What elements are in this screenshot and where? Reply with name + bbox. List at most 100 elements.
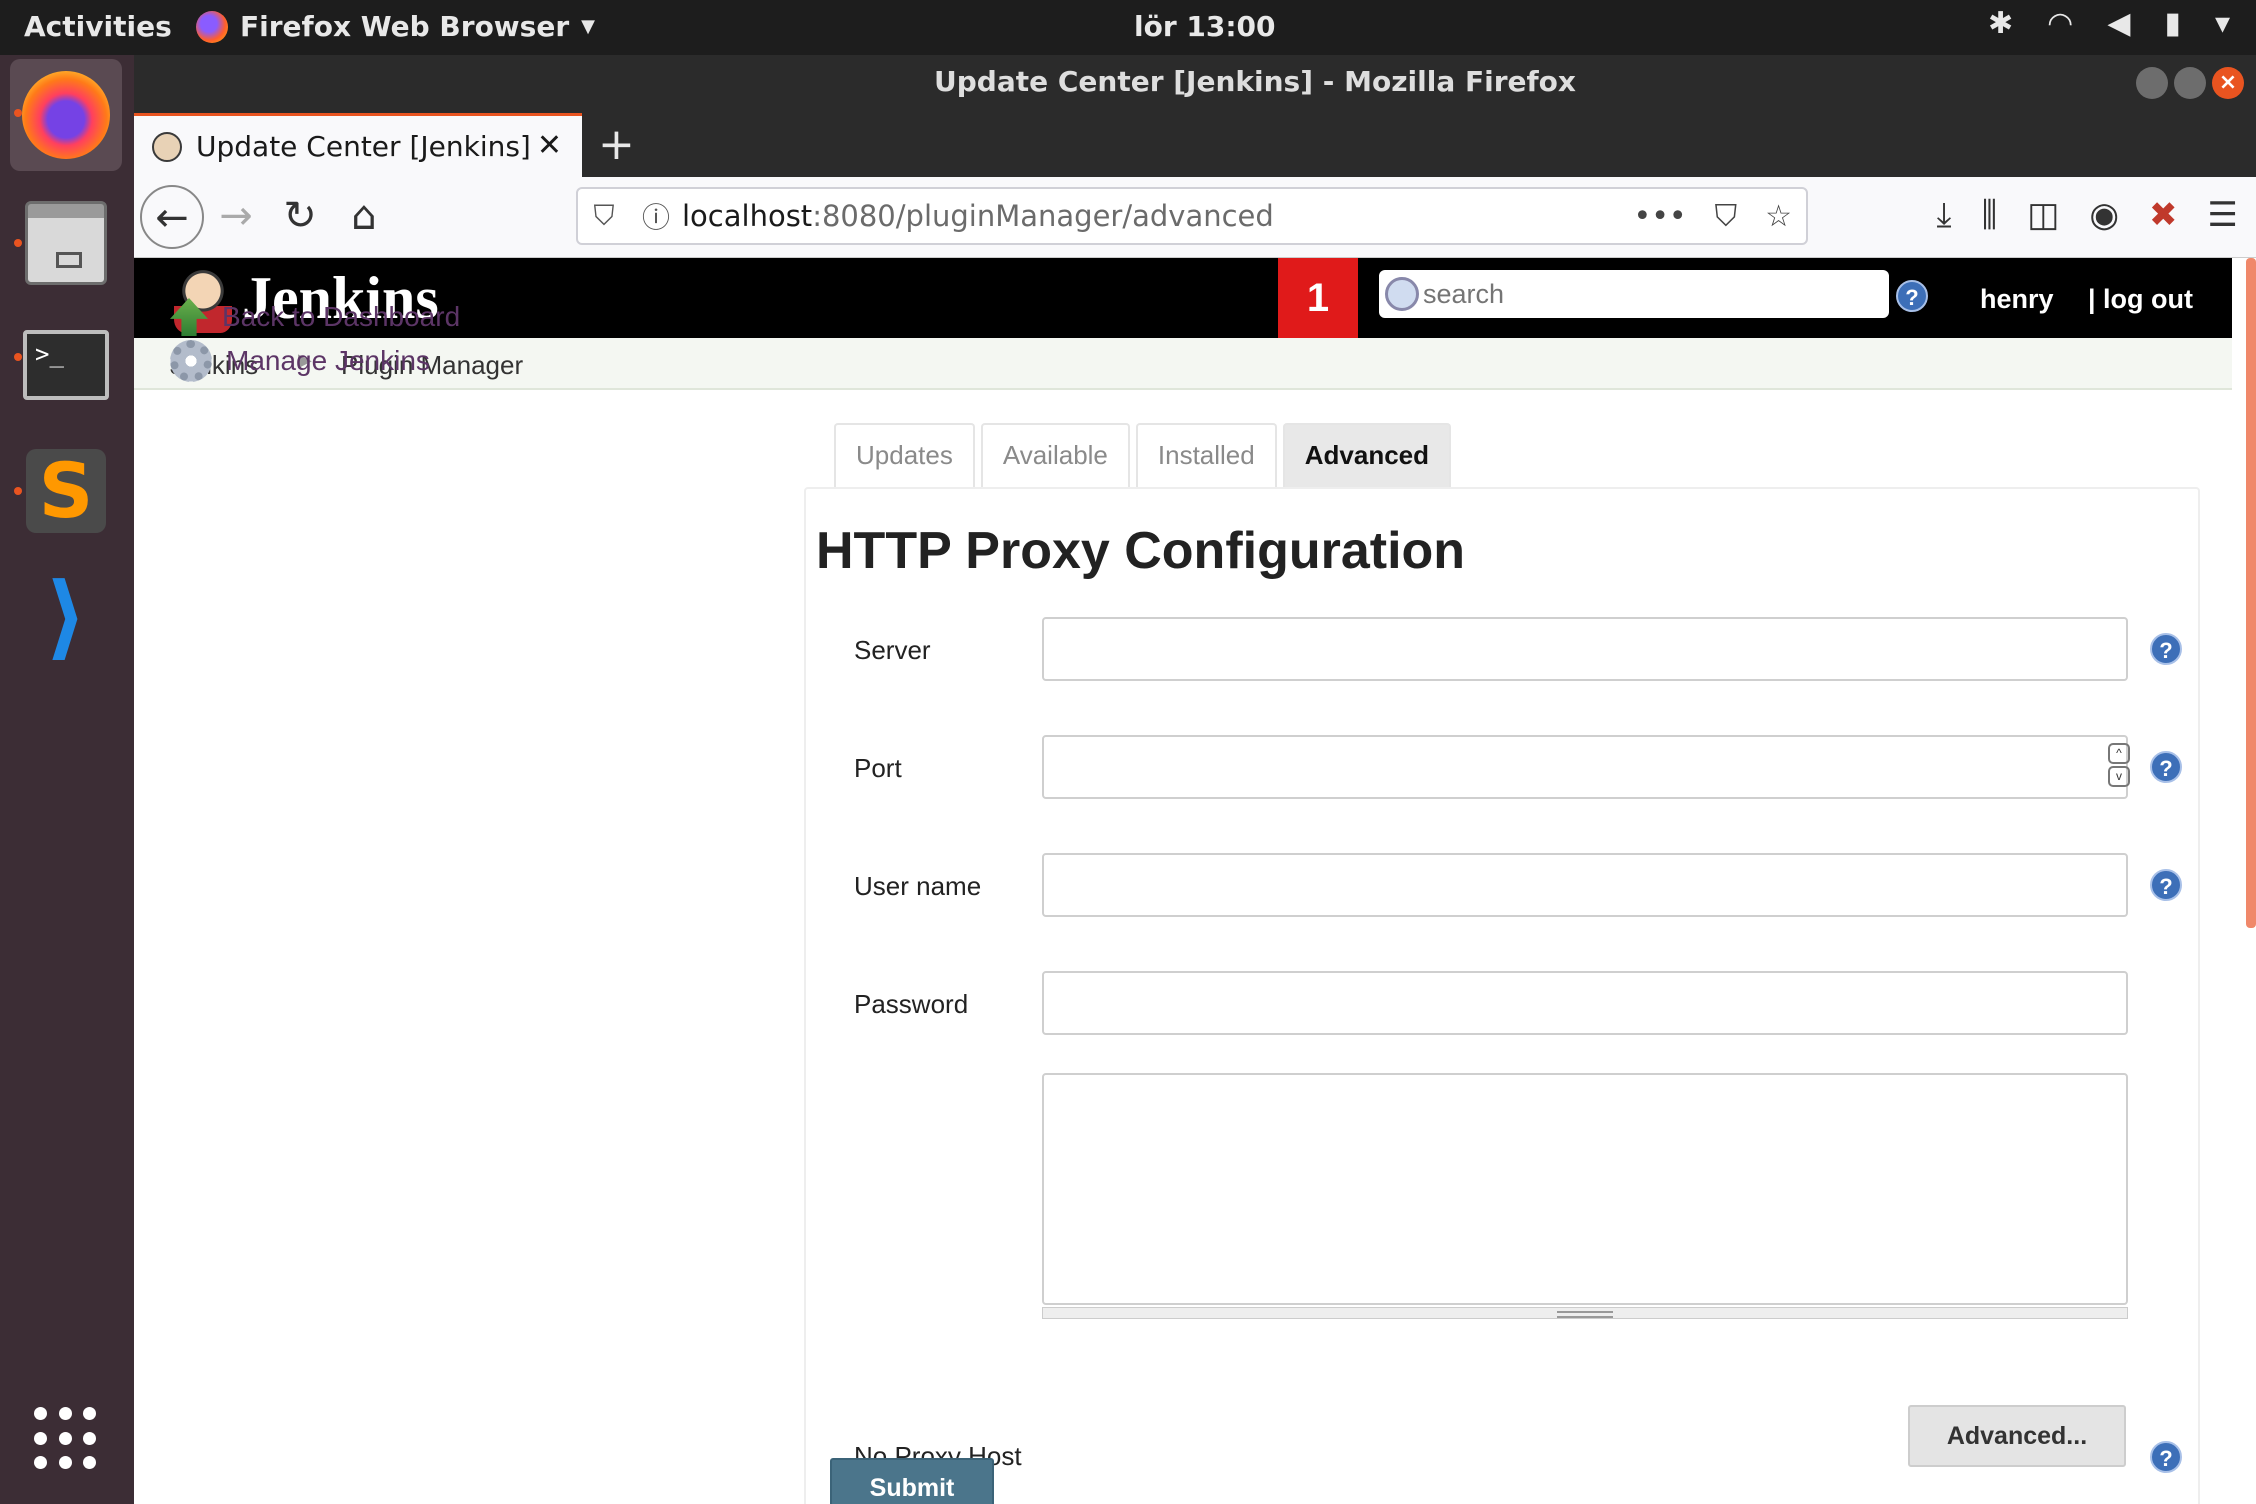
account-icon[interactable]: ◉ xyxy=(2089,195,2119,235)
minimize-button[interactable] xyxy=(2136,67,2168,99)
dock-firefox[interactable] xyxy=(10,59,122,171)
sidebar-toggle-icon[interactable]: ◫ xyxy=(2027,195,2059,235)
dock-terminal[interactable]: >_ xyxy=(10,309,122,421)
firefox-icon xyxy=(22,71,110,159)
gear-icon xyxy=(170,340,212,382)
navigation-toolbar: ← → ↻ ⌂ ⛉ ⓘ localhost:8080/pluginManager… xyxy=(134,177,2256,258)
textarea-resize-grip[interactable] xyxy=(1042,1307,2128,1319)
search-icon xyxy=(1385,277,1419,311)
server-field[interactable] xyxy=(1042,617,2128,681)
sublime-text-icon: S xyxy=(26,449,106,533)
tab-available[interactable]: Available xyxy=(980,423,1130,487)
dock-vscode[interactable]: ⟩ xyxy=(10,561,122,673)
stepper-up-icon[interactable]: ^ xyxy=(2108,743,2130,764)
running-indicator xyxy=(14,487,22,495)
tab-updates[interactable]: Updates xyxy=(834,423,975,487)
port-label: Port xyxy=(854,753,902,783)
tracking-shield-icon[interactable]: ⛉ xyxy=(578,199,630,233)
forward-button[interactable]: → xyxy=(204,185,268,249)
port-help-icon[interactable]: ? xyxy=(2150,751,2182,783)
chevron-down-icon: ▾ xyxy=(2214,6,2230,41)
wifi-icon: ◠ xyxy=(2047,6,2074,41)
sidebar-item-back-to-dashboard[interactable]: Back to Dashboard xyxy=(170,298,460,336)
tab-strip: Update Center [Jenkins] ✕ + xyxy=(134,113,2256,177)
new-tab-button[interactable]: + xyxy=(598,119,635,170)
url-bar[interactable]: ⛉ ⓘ localhost:8080/pluginManager/advance… xyxy=(576,187,1808,245)
reload-button[interactable]: ↻ xyxy=(268,185,332,249)
server-help-icon[interactable]: ? xyxy=(2150,633,2182,665)
show-applications-icon[interactable] xyxy=(34,1407,98,1471)
no-proxy-host-field[interactable] xyxy=(1042,1073,2128,1305)
chevron-down-icon: ▼ xyxy=(581,16,595,37)
password-field[interactable] xyxy=(1042,971,2128,1035)
home-button[interactable]: ⌂ xyxy=(332,185,396,249)
jenkins-favicon-icon xyxy=(152,131,182,162)
close-tab-icon[interactable]: ✕ xyxy=(537,128,562,163)
page-title: HTTP Proxy Configuration xyxy=(816,522,1466,580)
port-field[interactable] xyxy=(1042,735,2128,799)
plugin-manager-tabs: Updates Available Installed Advanced xyxy=(834,423,1451,487)
submit-button[interactable]: Submit xyxy=(830,1458,994,1504)
window-title: Update Center [Jenkins] - Mozilla Firefo… xyxy=(934,65,1576,98)
tab-advanced[interactable]: Advanced xyxy=(1282,423,1451,487)
no-proxy-host-help-icon[interactable]: ? xyxy=(2150,1441,2182,1473)
dock: >_ S ⟩ xyxy=(0,55,134,1504)
username-label: User name xyxy=(854,871,982,901)
breadcrumb: Jenkins ▶ Plugin Manager xyxy=(134,338,2232,390)
stepper-down-icon[interactable]: v xyxy=(2108,766,2130,787)
sidebar-item-label: Back to Dashboard xyxy=(222,301,461,332)
vscode-icon: ⟩ xyxy=(44,563,88,670)
port-stepper[interactable]: ^ v xyxy=(2108,743,2130,787)
user-link[interactable]: henry xyxy=(1980,284,2054,315)
advanced-panel: HTTP Proxy Configuration Server ? Port ^… xyxy=(804,487,2200,1504)
app-menu[interactable]: Firefox Web Browser ▼ xyxy=(196,10,595,43)
running-indicator xyxy=(14,109,22,117)
advanced-button[interactable]: Advanced... xyxy=(1908,1405,2126,1467)
hamburger-menu-icon[interactable]: ☰ xyxy=(2208,195,2238,235)
app-menu-label: Firefox Web Browser xyxy=(240,10,570,43)
username-help-icon[interactable]: ? xyxy=(2150,869,2182,901)
browser-tab[interactable]: Update Center [Jenkins] ✕ xyxy=(134,113,582,177)
running-indicator xyxy=(14,353,22,361)
downloads-icon[interactable]: ⤓ xyxy=(1937,195,1952,235)
dock-files[interactable] xyxy=(10,187,122,299)
firefox-icon xyxy=(196,10,228,43)
site-info-icon[interactable]: ⓘ xyxy=(630,196,682,236)
url-host: localhost xyxy=(682,199,813,233)
battery-icon: ▮ xyxy=(2164,6,2181,41)
sidebar-item-label: Manage Jenkins xyxy=(226,345,430,376)
maximize-button[interactable] xyxy=(2174,67,2206,99)
password-label: Password xyxy=(854,989,969,1019)
system-top-bar: Activities Firefox Web Browser ▼ lör 13:… xyxy=(0,0,2256,55)
clock[interactable]: lör 13:00 xyxy=(1134,10,1276,43)
terminal-icon: >_ xyxy=(23,330,109,400)
close-window-button[interactable]: × xyxy=(2212,67,2244,99)
back-button[interactable]: ← xyxy=(140,185,204,249)
url-path: :8080/pluginManager/advanced xyxy=(812,199,1274,233)
logout-link[interactable]: | log out xyxy=(2088,284,2193,315)
tab-installed[interactable]: Installed xyxy=(1135,423,1277,487)
volume-icon: ◀ xyxy=(2107,6,2131,41)
pocket-icon[interactable]: ⛉ xyxy=(1715,199,1738,234)
extension-icon[interactable]: ✖ xyxy=(2149,195,2178,235)
sidebar-item-manage-jenkins[interactable]: Manage Jenkins xyxy=(170,340,430,382)
file-cabinet-icon xyxy=(25,201,107,285)
page-content: Jenkins 1 ? henry | log out Jenkins ▶ Pl… xyxy=(134,258,2256,1504)
dock-sublime-text[interactable]: S xyxy=(10,435,122,547)
bookmark-star-icon[interactable]: ☆ xyxy=(1765,199,1792,234)
scrollbar[interactable] xyxy=(2246,258,2256,928)
up-arrow-icon xyxy=(170,298,208,336)
window-title-bar: Update Center [Jenkins] - Mozilla Firefo… xyxy=(134,55,2256,113)
system-tray[interactable]: ✱ ◠ ◀ ▮ ▾ xyxy=(1988,6,2230,41)
search-help-icon[interactable]: ? xyxy=(1896,280,1928,312)
search-input[interactable] xyxy=(1423,278,1863,310)
notification-badge[interactable]: 1 xyxy=(1278,258,1358,338)
search-box xyxy=(1379,270,1889,318)
activities-button[interactable]: Activities xyxy=(24,10,172,43)
library-icon[interactable]: ⫼ xyxy=(1982,195,1998,235)
username-field[interactable] xyxy=(1042,853,2128,917)
page-actions-icon[interactable]: ••• xyxy=(1634,199,1687,234)
bluetooth-icon: ✱ xyxy=(1988,6,2014,41)
running-indicator xyxy=(14,239,22,247)
server-label: Server xyxy=(854,635,931,665)
